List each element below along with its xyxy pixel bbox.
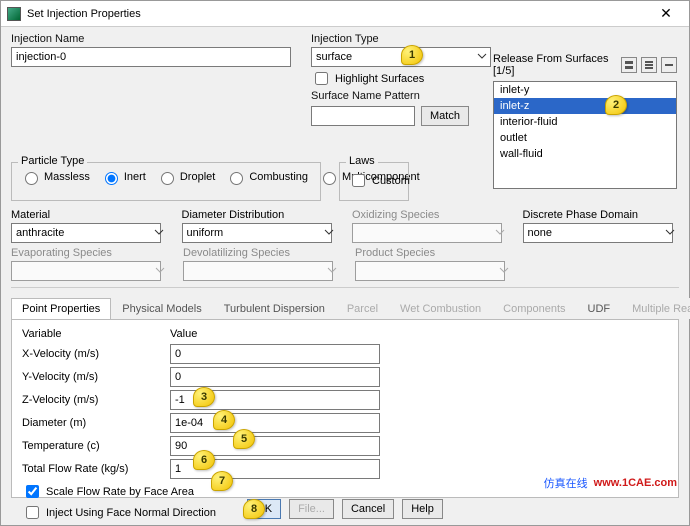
injection-type-select[interactable]: surface	[311, 47, 491, 67]
temp-input[interactable]	[170, 436, 380, 456]
radio-combusting[interactable]: Combusting	[225, 169, 308, 185]
match-button[interactable]: Match	[421, 106, 469, 126]
app-icon	[7, 7, 21, 21]
list-item[interactable]: interior-fluid	[494, 114, 676, 130]
list-item[interactable]: inlet-z	[494, 98, 676, 114]
watermark: 仿真在线 www.1CAE.com	[544, 475, 677, 491]
laws-legend: Laws	[346, 155, 378, 167]
dialog-window: Set Injection Properties ✕ Injection Nam…	[0, 0, 690, 526]
dpd-label: Discrete Phase Domain	[523, 209, 680, 221]
release-label: Release From Surfaces [1/5]	[493, 53, 617, 77]
material-label: Material	[11, 209, 168, 221]
value-header: Value	[170, 328, 380, 340]
flow-input[interactable]	[170, 459, 380, 479]
laws-group: Laws Custom	[339, 162, 409, 201]
diameter-dist-label: Diameter Distribution	[182, 209, 339, 221]
deselect-icon[interactable]	[661, 57, 677, 73]
cancel-button[interactable]: Cancel	[342, 499, 394, 519]
highlight-surfaces-label: Highlight Surfaces	[335, 73, 424, 85]
tab-multiple-reactions[interactable]: Multiple Reactions	[621, 298, 690, 319]
injection-type-label: Injection Type	[311, 33, 491, 45]
tab-components[interactable]: Components	[492, 298, 576, 319]
surface-pattern-label: Surface Name Pattern	[311, 90, 491, 102]
tab-point-properties[interactable]: Point Properties	[11, 298, 111, 319]
dpd-select[interactable]: none	[523, 223, 673, 243]
xvel-label: X-Velocity (m/s)	[22, 348, 162, 360]
release-listbox[interactable]: inlet-y inlet-z interior-fluid outlet wa…	[493, 81, 677, 189]
release-panel: Release From Surfaces [1/5] inlet-y inle…	[493, 53, 677, 189]
title-bar: Set Injection Properties ✕	[1, 1, 689, 27]
surface-pattern-input[interactable]	[311, 106, 415, 126]
zvel-label: Z-Velocity (m/s)	[22, 394, 162, 406]
oxidizing-label: Oxidizing Species	[352, 209, 509, 221]
evap-label: Evaporating Species	[11, 247, 169, 259]
select-all-icon[interactable]	[621, 57, 637, 73]
diam-input[interactable]	[170, 413, 380, 433]
flow-label: Total Flow Rate (kg/s)	[22, 463, 162, 475]
zvel-input[interactable]	[170, 390, 380, 410]
particle-type-legend: Particle Type	[18, 155, 87, 167]
tab-turbulent-dispersion[interactable]: Turbulent Dispersion	[213, 298, 336, 319]
list-item[interactable]: inlet-y	[494, 82, 676, 98]
ok-button[interactable]: OK	[247, 499, 281, 519]
radio-inert[interactable]: Inert	[100, 169, 146, 185]
prod-select	[355, 261, 505, 281]
prod-label: Product Species	[355, 247, 513, 259]
injection-name-label: Injection Name	[11, 33, 301, 45]
tab-wet-combustion[interactable]: Wet Combustion	[389, 298, 492, 319]
yvel-label: Y-Velocity (m/s)	[22, 371, 162, 383]
evap-select	[11, 261, 161, 281]
tab-body: Variable Value X-Velocity (m/s) Y-Veloci…	[11, 320, 679, 498]
tab-udf[interactable]: UDF	[577, 298, 622, 319]
close-icon[interactable]: ✕	[649, 5, 683, 22]
highlight-surfaces-checkbox[interactable]: Highlight Surfaces	[311, 69, 491, 88]
diameter-dist-select[interactable]: uniform	[182, 223, 332, 243]
file-button: File...	[289, 499, 334, 519]
particle-type-group: Particle Type Massless Inert Droplet Com…	[11, 162, 321, 201]
material-select[interactable]: anthracite	[11, 223, 161, 243]
devol-select	[183, 261, 333, 281]
select-list-icon[interactable]	[641, 57, 657, 73]
list-item[interactable]: wall-fluid	[494, 146, 676, 162]
radio-droplet[interactable]: Droplet	[156, 169, 215, 185]
help-button[interactable]: Help	[402, 499, 443, 519]
tab-physical-models[interactable]: Physical Models	[111, 298, 212, 319]
oxidizing-select	[352, 223, 502, 243]
window-title: Set Injection Properties	[27, 8, 649, 20]
injection-name-input[interactable]	[11, 47, 291, 67]
tab-parcel[interactable]: Parcel	[336, 298, 389, 319]
variable-header: Variable	[22, 328, 162, 340]
radio-massless[interactable]: Massless	[20, 169, 90, 185]
temp-label: Temperature (c)	[22, 440, 162, 452]
bottom-buttons: OK File... Cancel Help	[1, 499, 689, 519]
list-item[interactable]: outlet	[494, 130, 676, 146]
custom-law-checkbox[interactable]: Custom	[348, 171, 400, 190]
yvel-input[interactable]	[170, 367, 380, 387]
tabs: Point Properties Physical Models Turbule…	[11, 298, 679, 320]
devol-label: Devolatilizing Species	[183, 247, 341, 259]
diam-label: Diameter (m)	[22, 417, 162, 429]
xvel-input[interactable]	[170, 344, 380, 364]
